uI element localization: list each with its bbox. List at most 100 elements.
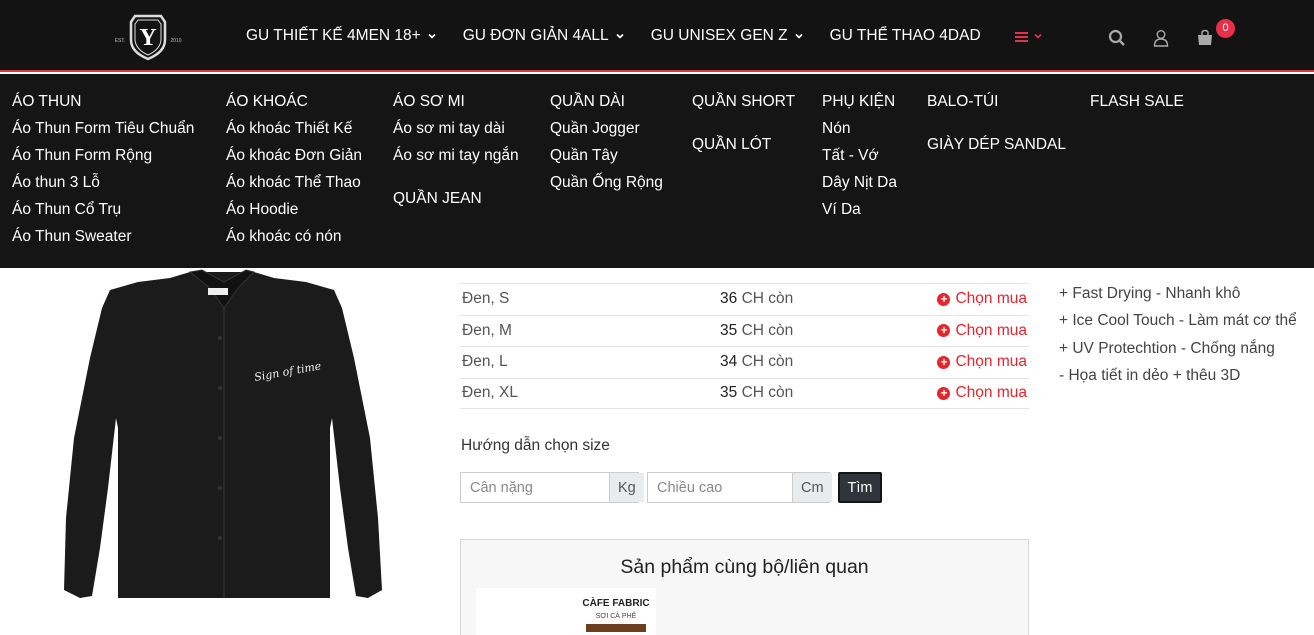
menu-item[interactable]: Áo Thun Form Tiêu Chuẩn xyxy=(12,119,194,139)
height-input[interactable] xyxy=(648,473,792,502)
variant-row: Đen, XL 35 CH còn + Chọn mua xyxy=(460,377,1029,409)
menu-head-phu-kien[interactable]: PHỤ KIỆN xyxy=(822,92,897,112)
menu-col-quan-short: QUẦN SHORT QUẦN LÓT xyxy=(692,92,795,155)
menu-col-quan-dai: QUẦN DÀI Quần Jogger Quần Tây Quần Ống R… xyxy=(550,92,663,193)
menu-item[interactable]: Nón xyxy=(822,119,897,139)
menu-col-phu-kien: PHỤ KIỆN Nón Tất - Vớ Dây Nịt Da Ví Da xyxy=(822,92,897,220)
height-input-group: Cm xyxy=(647,472,832,503)
feature-item: + Fast Drying - Nhanh khô xyxy=(1059,285,1241,302)
menu-item[interactable]: Áo Thun Cổ Trụ xyxy=(12,200,194,220)
choose-buy-button[interactable]: + Chọn mua xyxy=(937,290,1027,308)
variant-row: Đen, S 36 CH còn + Chọn mua xyxy=(460,283,1029,315)
menu-item[interactable]: Áo Thun Sweater xyxy=(12,227,194,247)
menu-item[interactable]: Áo sơ mi tay ngắn xyxy=(393,146,519,166)
choose-buy-button[interactable]: + Chọn mua xyxy=(937,322,1027,340)
menu-item[interactable]: Áo khoác Thiết Kế xyxy=(226,119,362,139)
related-title: Sản phẩm cùng bộ/liên quan xyxy=(620,556,869,578)
weight-unit: Kg xyxy=(609,473,644,502)
search-icon[interactable] xyxy=(1107,28,1127,48)
user-icon[interactable] xyxy=(1151,28,1171,48)
size-guide-title: Hướng dẫn chọn size xyxy=(461,437,610,454)
menu-item[interactable]: Áo khoác Thể Thao xyxy=(226,173,362,193)
plus-circle-icon: + xyxy=(937,324,951,338)
menu-col-ao-thun: ÁO THUN Áo Thun Form Tiêu Chuẩn Áo Thun … xyxy=(12,92,194,247)
menu-item[interactable]: Tất - Vớ xyxy=(822,146,897,166)
product-image[interactable]: Sign of time xyxy=(60,268,382,608)
variant-table: Đen, S 36 CH còn + Chọn mua Đen, M 35 CH … xyxy=(460,283,1029,409)
menu-head-quan-jean[interactable]: QUẦN JEAN xyxy=(393,189,519,209)
find-size-button[interactable]: Tìm xyxy=(838,472,882,503)
menu-item[interactable]: Quần Jogger xyxy=(550,119,663,139)
menu-item[interactable]: Dây Nịt Da xyxy=(822,173,897,193)
menu-col-flash-sale: FLASH SALE xyxy=(1090,92,1184,112)
chevron-down-icon xyxy=(428,33,436,39)
menu-item[interactable]: Quần Tây xyxy=(550,146,663,166)
menu-item[interactable]: Áo sơ mi tay dài xyxy=(393,119,519,139)
menu-item[interactable]: Ví Da xyxy=(822,200,897,220)
variant-row: Đen, L 34 CH còn + Chọn mua xyxy=(460,346,1029,378)
nav-gu-thiet-ke[interactable]: GU THIẾT KẾ 4MEN 18+ xyxy=(246,27,437,45)
height-unit: Cm xyxy=(792,473,832,502)
nav-gu-the-thao[interactable]: GU THỂ THAO 4DAD xyxy=(830,27,981,45)
product-features: + Fast Drying - Nhanh khô + Ice Cool Tou… xyxy=(1059,280,1314,389)
nav-label: GU THỂ THAO 4DAD xyxy=(829,27,981,44)
nav-label: GU THIẾT KẾ 4MEN 18+ xyxy=(246,27,421,44)
nav-gu-don-gian[interactable]: GU ĐƠN GIẢN 4ALL xyxy=(463,27,625,45)
svg-text:SỢI CÀ PHÊ: SỢI CÀ PHÊ xyxy=(596,611,637,620)
svg-text:2010: 2010 xyxy=(170,38,181,44)
nav-label: GU UNISEX GEN Z xyxy=(650,27,788,44)
menu-item[interactable]: Quần Ống Rộng xyxy=(550,173,663,193)
menu-head-quan-short[interactable]: QUẦN SHORT xyxy=(692,92,795,112)
weight-input[interactable] xyxy=(461,473,609,502)
menu-head-quan-dai[interactable]: QUẦN DÀI xyxy=(550,92,663,112)
menu-head-giay-dep[interactable]: GIÀY DÉP SANDAL xyxy=(927,135,1066,155)
menu-col-ao-so-mi: ÁO SƠ MI Áo sơ mi tay dài Áo sơ mi tay n… xyxy=(393,92,519,209)
menu-head-flash-sale[interactable]: FLASH SALE xyxy=(1090,92,1184,112)
choose-buy-button[interactable]: + Chọn mua xyxy=(937,384,1027,402)
menu-item[interactable]: Áo khoác có nón xyxy=(226,227,362,247)
menu-item[interactable]: Áo Thun Form Rộng xyxy=(12,146,194,166)
menu-item[interactable]: Áo thun 3 Lỗ xyxy=(12,173,194,193)
plus-circle-icon: + xyxy=(937,355,951,369)
feature-item: + Ice Cool Touch - Làm mát cơ thể xyxy=(1059,312,1297,330)
choose-buy-button[interactable]: + Chọn mua xyxy=(937,353,1027,371)
menu-item[interactable]: Áo khoác Đơn Giản xyxy=(226,146,362,166)
variant-name: Đen, S xyxy=(462,290,510,308)
svg-text:Y: Y xyxy=(139,25,156,51)
menu-head-ao-thun[interactable]: ÁO THUN xyxy=(12,92,194,112)
weight-input-group: Kg xyxy=(460,472,644,503)
related-products: Sản phẩm cùng bộ/liên quan CÀFE FABRIC S… xyxy=(460,539,1029,635)
menu-col-balo-tui: BALO-TÚI GIÀY DÉP SANDAL xyxy=(927,92,1066,155)
nav-more-menu[interactable] xyxy=(1014,31,1043,42)
menu-head-quan-lot[interactable]: QUẦN LÓT xyxy=(692,135,795,155)
menu-col-ao-khoac: ÁO KHOÁC Áo khoác Thiết Kế Áo khoác Đơn … xyxy=(226,92,362,247)
variant-stock: 35 CH còn xyxy=(720,384,794,402)
variant-row: Đen, M 35 CH còn + Chọn mua xyxy=(460,314,1029,347)
nav-label: GU ĐƠN GIẢN 4ALL xyxy=(462,27,609,44)
variant-stock: 35 CH còn xyxy=(720,321,794,339)
variant-name: Đen, L xyxy=(462,353,508,371)
brand-logo[interactable]: Y EST. 2010 xyxy=(113,12,183,62)
variant-name: Đen, M xyxy=(462,321,512,339)
variant-stock: 36 CH còn xyxy=(720,290,794,308)
mega-menu: ÁO THUN Áo Thun Form Tiêu Chuẩn Áo Thun … xyxy=(0,74,1314,268)
cart-count-badge: 0 xyxy=(1216,19,1235,38)
nav-gu-unisex[interactable]: GU UNISEX GEN Z xyxy=(651,27,804,45)
feature-item: + UV Protechtion - Chống nắng xyxy=(1059,339,1275,357)
chevron-down-icon xyxy=(616,33,624,39)
chevron-down-icon xyxy=(1034,33,1042,39)
size-guide-form: Kg Cm Tìm xyxy=(460,472,882,503)
variant-name: Đen, XL xyxy=(462,384,519,402)
plus-circle-icon: + xyxy=(937,386,951,400)
menu-head-ao-khoac[interactable]: ÁO KHOÁC xyxy=(226,92,362,112)
chevron-down-icon xyxy=(795,33,803,39)
menu-head-balo-tui[interactable]: BALO-TÚI xyxy=(927,92,1066,112)
plus-circle-icon: + xyxy=(937,292,951,306)
menu-item[interactable]: Áo Hoodie xyxy=(226,200,362,220)
hamburger-icon xyxy=(1014,31,1028,42)
menu-head-ao-so-mi[interactable]: ÁO SƠ MI xyxy=(393,92,519,112)
site-header: Y EST. 2010 GU THIẾT KẾ 4MEN 18+ GU ĐƠN … xyxy=(0,0,1314,72)
cart-icon[interactable] xyxy=(1195,28,1215,48)
related-product-thumb[interactable]: CÀFE FABRIC SỢI CÀ PHÊ xyxy=(476,588,656,635)
svg-text:EST.: EST. xyxy=(115,38,126,44)
